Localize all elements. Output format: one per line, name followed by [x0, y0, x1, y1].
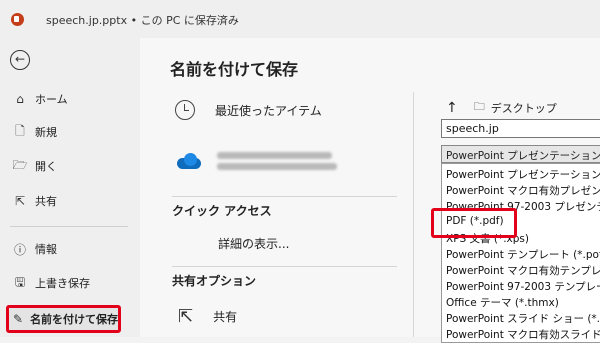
folder-open-icon: 🗁 — [12, 157, 28, 172]
sidebar-item-open[interactable]: 🗁 開く — [12, 156, 57, 176]
document-title: speech.jp.pptx • この PC に保存済み — [46, 14, 239, 27]
sidebar-item-share[interactable]: ⇱ 共有 — [12, 191, 57, 211]
sidebar-item-save[interactable]: 🖫 上書き保存 — [12, 273, 90, 293]
share-option[interactable]: ⇱ 共有 — [178, 306, 237, 327]
filename-input[interactable] — [441, 119, 600, 138]
info-icon: ⓘ — [13, 242, 26, 257]
file-type-dropdown: PowerPoint プレゼンテーション (*.pptx) PowerPoint… — [441, 163, 600, 343]
folder-icon: 🗀 — [473, 100, 485, 113]
share-options-heading: 共有オプション — [172, 274, 257, 288]
show-more-link[interactable]: 詳細の表示... — [218, 235, 289, 252]
redacted-account-text — [217, 148, 337, 174]
pdf-highlight-box — [431, 208, 517, 238]
quick-access-heading: クイック アクセス — [172, 204, 272, 218]
clock-icon — [175, 100, 195, 120]
location-recent[interactable]: 最近使ったアイテム — [175, 100, 322, 120]
back-arrow-icon[interactable]: ← — [10, 50, 30, 70]
up-arrow-icon[interactable]: ↑ — [446, 100, 458, 116]
file-type-option[interactable]: PowerPoint マクロ有効プレゼンテーション (*.pptm) — [446, 183, 600, 198]
new-document-icon: 🗋 — [15, 123, 25, 138]
location-onedrive[interactable] — [175, 148, 337, 174]
file-type-option[interactable]: PowerPoint 97-2003 テンプレート (*.pot) — [446, 279, 600, 294]
section-divider — [172, 196, 397, 197]
sidebar-item-home[interactable]: ⌂ ホーム — [12, 89, 67, 109]
share-icon: ⇱ — [14, 194, 26, 208]
panel-divider — [413, 92, 414, 337]
share-icon: ⇱ — [178, 306, 194, 327]
current-folder[interactable]: デスクトップ — [491, 100, 557, 116]
sidebar-item-save-as[interactable]: ✎ 名前を付けて保存 — [6, 305, 121, 333]
file-type-option[interactable]: PowerPoint テンプレート (*.potx) — [446, 247, 600, 262]
file-type-select[interactable]: PowerPoint プレゼンテーション (*.pptx) — [441, 145, 600, 163]
home-icon: ⌂ — [16, 92, 24, 106]
save-icon: 🖫 — [14, 274, 26, 289]
file-type-option[interactable]: PowerPoint スライド ショー (*.ppsx) — [446, 311, 600, 326]
section-divider — [172, 266, 397, 267]
sidebar-item-new[interactable]: 🗋 新規 — [12, 122, 57, 142]
sidebar-divider — [10, 226, 128, 227]
page-title: 名前を付けて保存 — [170, 60, 299, 79]
file-type-option[interactable]: PowerPoint マクロ有効テンプレート (*.potm) — [446, 263, 600, 278]
path-bar: ↑ 🗀 デスクトップ — [446, 98, 557, 117]
sidebar-item-info[interactable]: ⓘ 情報 — [12, 239, 57, 259]
powerpoint-logo-icon — [11, 13, 24, 26]
save-as-icon: ✎ — [13, 312, 24, 326]
onedrive-cloud-icon — [175, 153, 203, 169]
file-type-option[interactable]: PowerPoint プレゼンテーション (*.pptx) — [446, 167, 600, 182]
file-type-option[interactable]: PowerPoint マクロ有効スライド ショー (*.ppsm) — [446, 327, 600, 342]
file-type-option[interactable]: Office テーマ (*.thmx) — [446, 295, 559, 310]
title-bar: speech.jp.pptx • この PC に保存済み — [0, 0, 600, 38]
